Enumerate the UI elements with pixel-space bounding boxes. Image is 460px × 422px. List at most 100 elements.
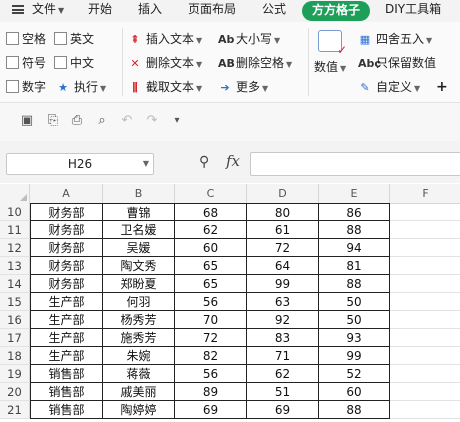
cell-dept[interactable]: 财务部	[30, 221, 103, 239]
fx-icon[interactable]: fx	[226, 152, 240, 170]
add-button[interactable]: +	[436, 78, 448, 96]
cell-score-d[interactable]: 61	[247, 221, 319, 239]
cell-f[interactable]	[390, 401, 460, 419]
cell-score-d[interactable]: 51	[247, 383, 319, 401]
redo-icon[interactable]: ↷	[143, 112, 161, 130]
file-menu[interactable]: 文件 ▼	[32, 0, 64, 20]
cell-dept[interactable]: 财务部	[30, 203, 103, 221]
round-button[interactable]: ▦ 四舍五入 ▼	[358, 30, 432, 48]
column-header-e[interactable]: E	[319, 184, 390, 203]
row-header[interactable]: 10	[0, 203, 30, 221]
checkbox-english[interactable]: 英文	[54, 30, 94, 48]
checkbox-symbol[interactable]: 符号	[6, 54, 46, 72]
row-header[interactable]: 20	[0, 383, 30, 401]
checkbox-space[interactable]: 空格	[6, 30, 46, 48]
tab-page-layout[interactable]: 页面布局	[188, 0, 236, 20]
cell-score-d[interactable]: 62	[247, 365, 319, 383]
name-box[interactable]: H26 ▼	[6, 153, 154, 175]
print-preview-icon[interactable]: ⌕	[93, 112, 111, 130]
column-header-f[interactable]: F	[390, 184, 460, 203]
cell-f[interactable]	[390, 203, 460, 221]
insert-text-button[interactable]: ⇞ 插入文本 ▼	[128, 30, 202, 48]
numeric-button[interactable]: 数值 ▼	[314, 58, 346, 76]
cell-score-e[interactable]: 99	[319, 347, 390, 365]
cell-score-e[interactable]: 88	[319, 275, 390, 293]
cell-score-e[interactable]: 81	[319, 257, 390, 275]
checkbox-box[interactable]	[6, 56, 19, 69]
cell-f[interactable]	[390, 293, 460, 311]
cell-score-c[interactable]: 89	[175, 383, 247, 401]
cell-score-c[interactable]: 82	[175, 347, 247, 365]
cell-dept[interactable]: 生产部	[30, 311, 103, 329]
checkbox-chinese[interactable]: 中文	[54, 54, 94, 72]
cell-score-d[interactable]: 72	[247, 239, 319, 257]
row-header[interactable]: 15	[0, 293, 30, 311]
column-header-d[interactable]: D	[247, 184, 319, 203]
cell-score-c[interactable]: 70	[175, 311, 247, 329]
row-header[interactable]: 19	[0, 365, 30, 383]
cell-f[interactable]	[390, 311, 460, 329]
checkbox-box[interactable]	[6, 80, 19, 93]
cell-name[interactable]: 何羽	[103, 293, 175, 311]
cell-score-c[interactable]: 65	[175, 275, 247, 293]
cell-name[interactable]: 蒋薇	[103, 365, 175, 383]
delete-text-button[interactable]: ✕ 删除文本 ▼	[128, 54, 202, 72]
cell-dept[interactable]: 生产部	[30, 293, 103, 311]
cell-score-c[interactable]: 56	[175, 365, 247, 383]
row-header[interactable]: 12	[0, 239, 30, 257]
row-header[interactable]: 11	[0, 221, 30, 239]
undo-icon[interactable]: ↶	[118, 112, 136, 130]
cell-score-c[interactable]: 65	[175, 257, 247, 275]
cell-score-e[interactable]: 86	[319, 203, 390, 221]
cell-name[interactable]: 朱婉	[103, 347, 175, 365]
cell-score-d[interactable]: 69	[247, 401, 319, 419]
cell-score-d[interactable]: 80	[247, 203, 319, 221]
select-all-corner[interactable]	[0, 184, 30, 203]
case-button[interactable]: Ab 大小写 ▼	[218, 30, 280, 48]
custom-button[interactable]: ✎ 自定义 ▼	[358, 78, 420, 96]
cell-score-c[interactable]: 56	[175, 293, 247, 311]
cell-score-e[interactable]: 88	[319, 401, 390, 419]
cell-name[interactable]: 郑盼夏	[103, 275, 175, 293]
zoom-search-icon[interactable]: ⚲	[199, 154, 209, 170]
cell-dept[interactable]: 销售部	[30, 383, 103, 401]
hamburger-menu-icon[interactable]	[12, 5, 24, 14]
row-header[interactable]: 13	[0, 257, 30, 275]
extract-text-button[interactable]: ⫼ 截取文本 ▼	[128, 78, 202, 96]
numeric-icon[interactable]	[318, 30, 347, 57]
cell-name[interactable]: 戚美丽	[103, 383, 175, 401]
cell-name[interactable]: 吴媛	[103, 239, 175, 257]
tab-fangfang-gezi[interactable]: 方方格子	[302, 1, 370, 21]
row-header[interactable]: 16	[0, 311, 30, 329]
cell-score-e[interactable]: 93	[319, 329, 390, 347]
cell-name[interactable]: 卫名媛	[103, 221, 175, 239]
cell-f[interactable]	[390, 347, 460, 365]
checkbox-box[interactable]	[54, 32, 67, 45]
cell-score-c[interactable]: 62	[175, 221, 247, 239]
keep-values-button[interactable]: Abc只保留数值	[358, 54, 436, 72]
cell-dept[interactable]: 销售部	[30, 365, 103, 383]
cell-dept[interactable]: 财务部	[30, 257, 103, 275]
cell-name[interactable]: 杨秀芳	[103, 311, 175, 329]
cell-score-d[interactable]: 99	[247, 275, 319, 293]
row-header[interactable]: 17	[0, 329, 30, 347]
formula-input[interactable]	[250, 152, 460, 176]
cell-score-d[interactable]: 63	[247, 293, 319, 311]
cell-dept[interactable]: 生产部	[30, 329, 103, 347]
column-header-c[interactable]: C	[175, 184, 247, 203]
column-header-a[interactable]: A	[30, 184, 103, 203]
cell-score-e[interactable]: 60	[319, 383, 390, 401]
tab-insert[interactable]: 插入	[138, 0, 162, 20]
cell-score-e[interactable]: 50	[319, 311, 390, 329]
cell-score-c[interactable]: 72	[175, 329, 247, 347]
execute-button[interactable]: ★ 执行 ▼	[56, 78, 106, 96]
cell-score-c[interactable]: 68	[175, 203, 247, 221]
more-icon[interactable]: ▾	[168, 112, 186, 130]
cell-score-e[interactable]: 88	[319, 221, 390, 239]
cell-dept[interactable]: 生产部	[30, 347, 103, 365]
row-header[interactable]: 21	[0, 401, 30, 419]
cell-score-e[interactable]: 50	[319, 293, 390, 311]
cell-dept[interactable]: 销售部	[30, 401, 103, 419]
cell-name[interactable]: 陶文秀	[103, 257, 175, 275]
pdf-icon[interactable]: ⎘	[44, 112, 62, 130]
